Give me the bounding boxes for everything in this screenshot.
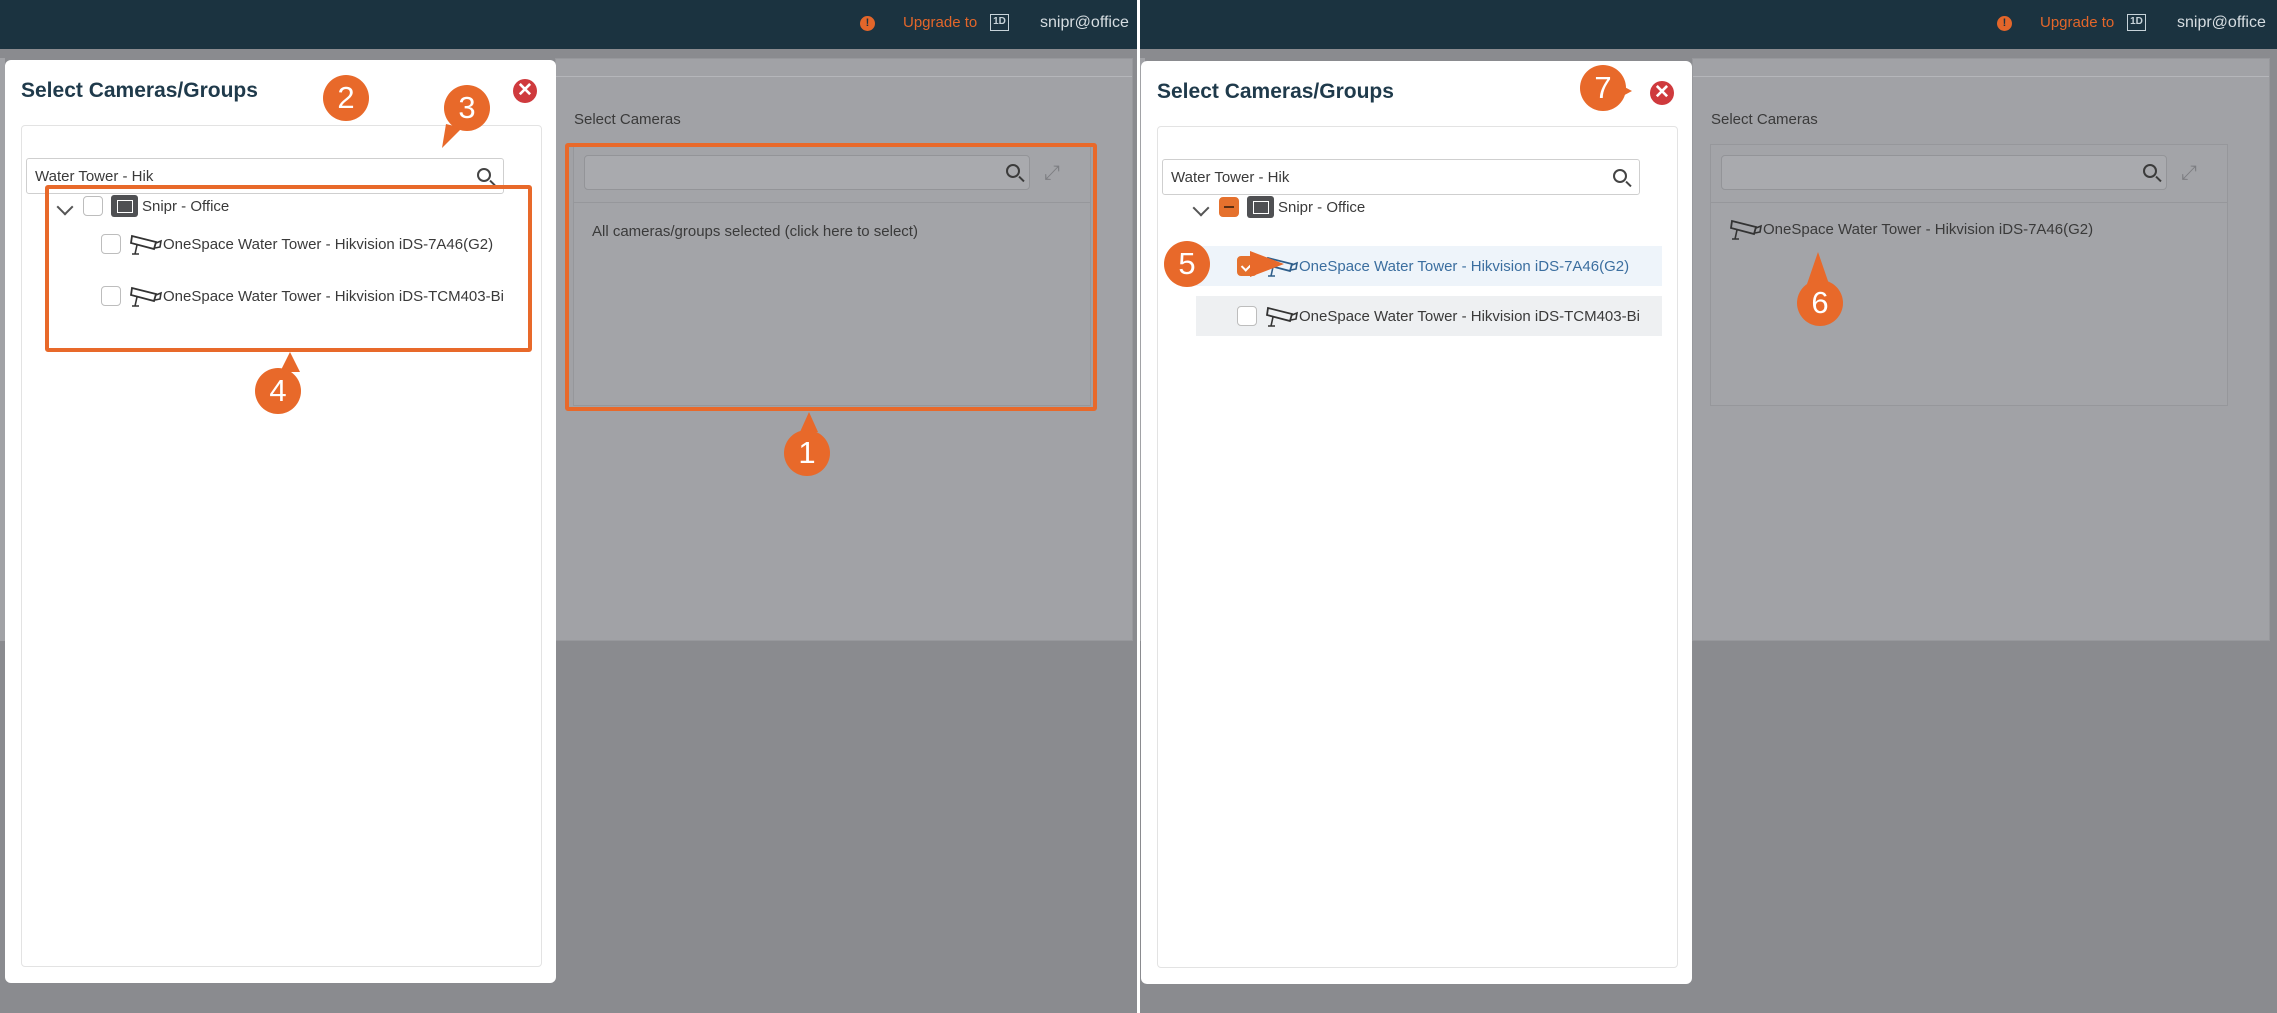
selected-cameras-box[interactable]: ⤢ OneSpace Water Tower - Hikvision iDS-7… (1710, 144, 2228, 406)
warning-icon[interactable]: ! (1997, 16, 2012, 31)
selected-camera-label: OneSpace Water Tower - Hikvision iDS-7A4… (1763, 220, 2094, 238)
tree-camera-row[interactable]: OneSpace Water Tower - Hikvision iDS-7A4… (1237, 250, 1629, 282)
right-screen: ! Upgrade to 1D snipr@office Select Came… (1140, 0, 2277, 1013)
search-icon (2143, 164, 2157, 178)
camera-label: OneSpace Water Tower - Hikvision iDS-TCM… (1299, 307, 1640, 325)
group-label: Snipr - Office (1278, 198, 1366, 216)
group-checkbox[interactable] (1219, 197, 1239, 217)
annotation-badge-2: 2 (323, 75, 369, 121)
1d-logo-icon: 1D (990, 14, 1009, 31)
warning-icon[interactable]: ! (860, 16, 875, 31)
select-cameras-label: Select Cameras (1711, 111, 1818, 128)
user-account[interactable]: snipr@office (2177, 14, 2266, 32)
camera-checkbox[interactable] (1237, 306, 1257, 326)
close-icon[interactable]: ✕ (513, 79, 537, 103)
annotation-badge-7: 7 (1580, 65, 1626, 111)
annotation-badge-1: 1 (784, 430, 830, 476)
divider (556, 76, 1132, 77)
map-icon (1247, 196, 1274, 218)
1d-logo-icon: 1D (2127, 14, 2146, 31)
upgrade-link[interactable]: Upgrade to (903, 14, 977, 31)
background-panel: Select Cameras ⤢ OneSpace Water Tower - … (1692, 58, 2270, 641)
user-account[interactable]: snipr@office (1040, 14, 1129, 32)
search-icon[interactable] (477, 168, 491, 182)
search-field[interactable] (1162, 159, 1640, 195)
select-cameras-label: Select Cameras (574, 111, 681, 128)
camera-icon (1729, 219, 1763, 240)
modal-title: Select Cameras/Groups (1157, 80, 1394, 103)
camera-icon (1265, 306, 1299, 327)
tree-group-row[interactable]: Snipr - Office (1219, 191, 1365, 223)
divider (1711, 202, 2227, 203)
annotation-badge-6: 6 (1797, 280, 1843, 326)
upgrade-link[interactable]: Upgrade to (2040, 14, 2114, 31)
search-icon[interactable] (1613, 169, 1627, 183)
top-bar: ! Upgrade to 1D snipr@office (1140, 0, 2277, 49)
highlight-frame-1 (565, 143, 1097, 411)
annotation-pointer (1250, 251, 1284, 277)
search-input[interactable] (1163, 160, 1593, 194)
highlight-frame-4 (45, 185, 532, 352)
select-cameras-modal: Select Cameras/Groups ✕ Snipr - Office O… (1141, 61, 1692, 984)
annotation-badge-3: 3 (444, 85, 490, 131)
close-icon[interactable]: ✕ (1650, 81, 1674, 105)
selected-camera-item[interactable]: OneSpace Water Tower - Hikvision iDS-7A4… (1729, 215, 2093, 243)
modal-title: Select Cameras/Groups (21, 79, 258, 102)
divider (1693, 76, 2269, 77)
top-bar: ! Upgrade to 1D snipr@office (0, 0, 1137, 49)
annotation-badge-5: 5 (1164, 241, 1210, 287)
tree-camera-row[interactable]: OneSpace Water Tower - Hikvision iDS-TCM… (1237, 300, 1640, 332)
left-screen: ! Upgrade to 1D snipr@office Select Came… (0, 0, 1137, 1013)
camera-label: OneSpace Water Tower - Hikvision iDS-7A4… (1299, 257, 1630, 275)
selected-search-input[interactable] (1721, 155, 2167, 190)
annotation-badge-4: 4 (255, 368, 301, 414)
expand-icon[interactable]: ⤢ (2181, 163, 2201, 183)
